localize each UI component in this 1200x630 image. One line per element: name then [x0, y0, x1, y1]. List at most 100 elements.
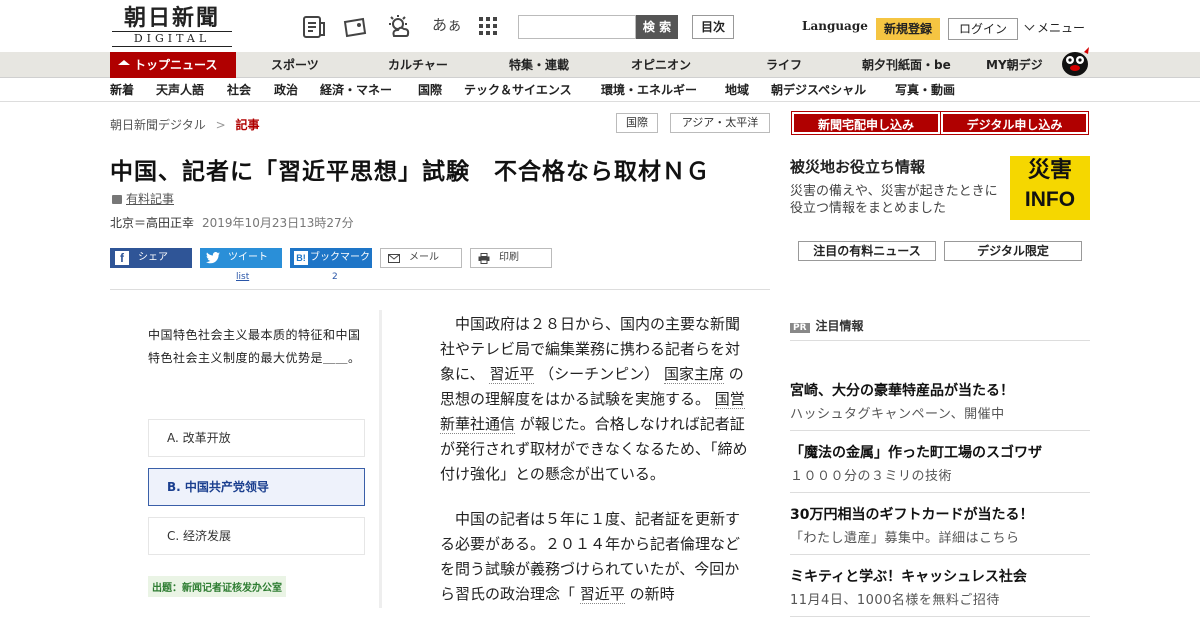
mail-share-button[interactable]: メール [380, 248, 462, 268]
nav-opinion[interactable]: オピニオン [631, 52, 691, 78]
body-text: （シーチンピン） [539, 365, 660, 383]
print-button[interactable]: 印刷 [470, 248, 552, 268]
quiz-option-c: C. 经济发展 [148, 517, 365, 555]
twitter-share-label: ツイート [228, 252, 268, 263]
pr-badge: PR [790, 323, 810, 333]
main-nav: トップニュース スポーツ カルチャー 特集・連載 オピニオン ライフ 朝夕刊紙面… [0, 47, 1200, 78]
paid-article-text[interactable]: 有料記事 [126, 192, 174, 206]
hatena-count: 2 [332, 272, 338, 282]
divider [790, 554, 1090, 555]
subnav-society[interactable]: 社会 [227, 78, 251, 102]
breadcrumb-separator: > [215, 118, 226, 132]
quiz-source-label: 出题：新闻记者证核发办公室 [148, 576, 286, 597]
digital-exclusive-button[interactable]: デジタル限定 [944, 241, 1082, 261]
nav-life[interactable]: ライフ [766, 52, 802, 78]
register-button[interactable]: 新規登録 [876, 18, 940, 40]
logo-text-jp: 朝日新聞 [123, 5, 220, 31]
pr-item-title: 30万円相当のギフトカードが当たる！ [790, 507, 1034, 523]
pr-item[interactable]: 30万円相当のギフトカードが当たる！ 「わたし遺産」募集中。詳細はこちら [790, 504, 1090, 546]
facebook-share-button[interactable]: f シェア [110, 248, 192, 268]
asahi-logo[interactable]: 朝日新聞 DIGITAL [112, 5, 232, 47]
nav-paper[interactable]: 朝夕刊紙面・be [862, 52, 951, 78]
mail-icon [388, 254, 400, 263]
quiz-question: 中国特色社会主义最本质的特征和中国特色社会主义制度的最大优势是＿＿。 [148, 328, 361, 365]
divider [790, 492, 1090, 493]
article-title: 中国、記者に「習近平思想」試験 不合格なら取材ＮＧ [110, 159, 710, 185]
nav-top-news-label: トップニュース [134, 58, 218, 72]
printer-icon [478, 253, 490, 264]
tag-asia-pacific[interactable]: アジア・太平洋 [670, 113, 770, 133]
search-input[interactable] [518, 15, 636, 39]
facebook-icon: f [115, 251, 129, 265]
article-divider [110, 289, 770, 290]
subnav-politics[interactable]: 政治 [274, 78, 298, 102]
newspaper-icon[interactable] [301, 14, 327, 40]
pr-item-title: ミキティと学ぶ！キャッシュレス社会 [790, 569, 1027, 585]
pr-item[interactable]: 「魔法の金属」作った町工場のスゴワザ １０００分の３ミリの技術 [790, 442, 1090, 484]
login-button[interactable]: ログイン [948, 18, 1018, 40]
subnav-international[interactable]: 国際 [418, 78, 442, 102]
mail-label: メール [409, 252, 439, 263]
ticket-icon[interactable] [342, 14, 368, 40]
breadcrumb-home[interactable]: 朝日新聞デジタル [110, 118, 206, 132]
search-button[interactable]: 検 索 [636, 15, 678, 39]
pr-item[interactable]: 宮崎、大分の豪華特産品が当たる！ ハッシュタグキャンペーン、開催中 [790, 380, 1090, 422]
subnav-local[interactable]: 地域 [725, 78, 749, 102]
pr-title: 注目情報 [815, 319, 864, 333]
nav-my-asahi[interactable]: MY朝デジ [986, 52, 1043, 78]
mascot-icon [1062, 47, 1089, 76]
twitter-share-button[interactable]: ツイート [200, 248, 282, 268]
facebook-share-label: シェア [138, 252, 168, 263]
subnav-special[interactable]: 朝デジスペシャル [771, 78, 866, 102]
disaster-description: 災害の備えや、災害が起きたときに役立つ情報をまとめました [790, 184, 998, 216]
pr-item-sub: １０００分の３ミリの技術 [790, 469, 953, 484]
article-body: 中国政府は２８日から、国内の主要な新聞社やテレビ局で編集業務に携わる記者らを対象… [440, 312, 750, 627]
disaster-info-banner[interactable]: 災害 INFO [1010, 156, 1090, 220]
quiz-screenshot-image[interactable]: 中国特色社会主义最本质的特征和中国特色社会主义制度的最大优势是＿＿。 A. 改革… [130, 310, 382, 608]
subnav-economy[interactable]: 経済・マネー [320, 78, 392, 102]
subnav-photo-video[interactable]: 写真・動画 [895, 78, 955, 102]
twitter-count[interactable]: list [236, 272, 249, 282]
nav-top-news[interactable]: トップニュース [110, 52, 236, 78]
featured-paid-news-button[interactable]: 注目の有料ニュース [798, 241, 936, 261]
link-xi-jinping[interactable]: 習近平 [489, 365, 535, 384]
pr-item-sub: 「わたし遺産」募集中。詳細はこちら [790, 531, 1020, 546]
author: 北京＝高田正幸 [110, 216, 195, 230]
hatena-bookmark-button[interactable]: B! ブックマーク [290, 248, 372, 268]
menu-button[interactable]: メニュー [1024, 19, 1085, 36]
subnav-environment[interactable]: 環境・エネルギー [601, 78, 697, 102]
font-size-toggle[interactable]: あぁ [432, 14, 462, 35]
weather-icon[interactable] [386, 14, 412, 40]
digital-subscribe-button[interactable]: デジタル申し込み [940, 111, 1089, 135]
article-paragraph: 中国政府は２８日から、国内の主要な新聞社やテレビ局で編集業務に携わる記者らを対象… [440, 312, 750, 487]
newspaper-subscribe-button[interactable]: 新聞宅配申し込み [791, 111, 941, 135]
nav-sports[interactable]: スポーツ [271, 52, 319, 78]
nav-features[interactable]: 特集・連載 [509, 52, 569, 78]
disaster-banner-top: 災害 [1027, 158, 1072, 183]
language-link[interactable]: Language [802, 19, 868, 33]
quiz-option-a: A. 改革开放 [148, 419, 365, 457]
nav-culture[interactable]: カルチャー [388, 52, 448, 78]
hatena-icon: B! [294, 251, 308, 265]
pr-item-title: 宮崎、大分の豪華特産品が当たる！ [790, 383, 1014, 399]
divider [790, 616, 1090, 617]
tag-international[interactable]: 国際 [616, 113, 658, 133]
contents-button[interactable]: 目次 [692, 15, 734, 39]
pr-heading: PR 注目情報 [790, 317, 864, 334]
link-xi-jinping[interactable]: 習近平 [579, 585, 625, 604]
grid-menu-icon[interactable] [478, 16, 498, 36]
divider [790, 430, 1090, 431]
disaster-banner-bottom: INFO [1024, 188, 1076, 211]
pr-item-sub: 11月4日、1000名様を無料ご招待 [790, 593, 1000, 608]
pr-item-title: 「魔法の金属」作った町工場のスゴワザ [790, 445, 1042, 461]
subnav-tech-science[interactable]: テック＆サイエンス [464, 78, 572, 102]
lock-icon [112, 195, 122, 204]
hatena-label: ブックマーク [310, 252, 370, 263]
pr-item-sub: ハッシュタグキャンペーン、開催中 [790, 407, 1005, 422]
top-header: 朝日新聞 DIGITAL あぁ 検 索 目次 Language 新規登録 ログイ… [0, 0, 1200, 52]
subnav-tenseijingo[interactable]: 天声人語 [156, 78, 204, 102]
breadcrumb-current: 記事 [235, 118, 260, 132]
subnav-new[interactable]: 新着 [110, 78, 134, 102]
pr-item[interactable]: ミキティと学ぶ！キャッシュレス社会 11月4日、1000名様を無料ご招待 [790, 566, 1090, 608]
link-president[interactable]: 国家主席 [663, 365, 724, 384]
